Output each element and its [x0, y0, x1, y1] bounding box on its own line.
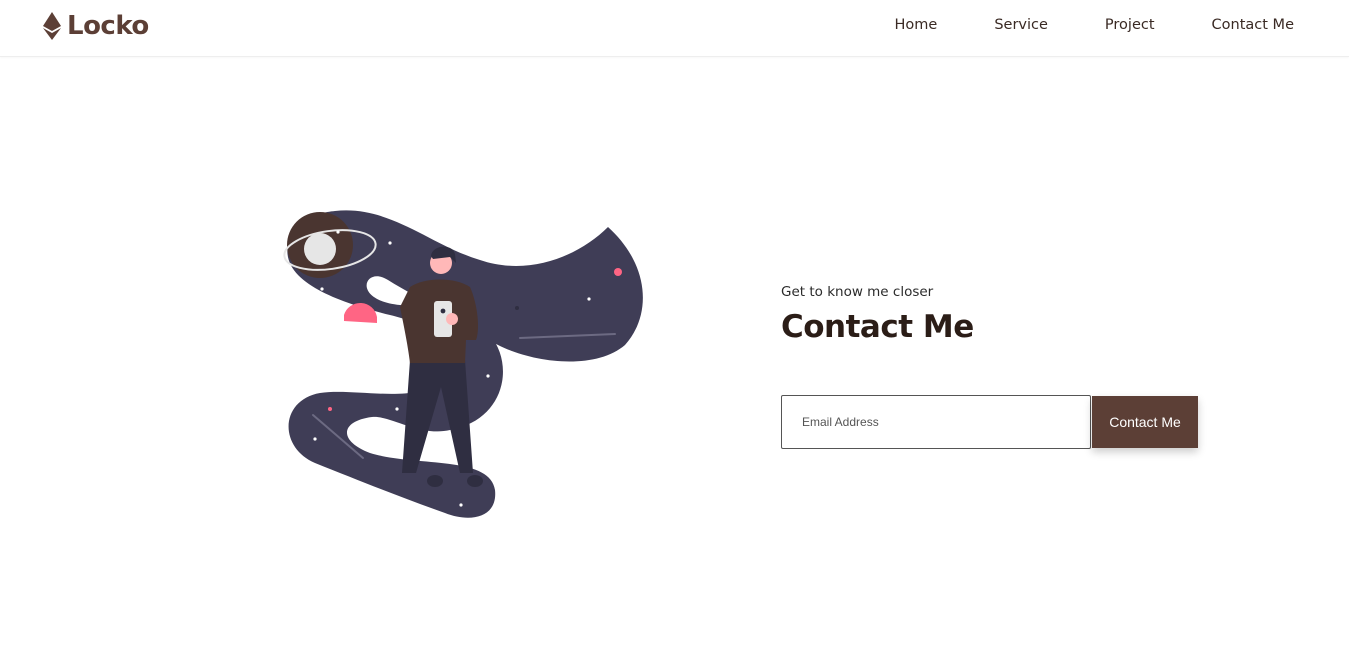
nav-contact-link[interactable]: Contact Me — [1212, 16, 1294, 34]
navbar: Locko Home Service Project Contact Me — [0, 0, 1349, 57]
contact-title: Contact Me — [781, 309, 974, 345]
contact-form: Contact Me — [781, 395, 1201, 451]
hero-illustration — [280, 205, 652, 523]
ethereum-diamond-icon — [43, 12, 61, 40]
contact-subtitle: Get to know me closer — [781, 284, 934, 300]
main-nav: Home Service Project Contact Me — [894, 16, 1294, 34]
contact-me-button[interactable]: Contact Me — [1092, 396, 1198, 448]
brand-name: Locko — [67, 11, 149, 41]
brand-logo[interactable]: Locko — [43, 10, 149, 42]
contact-section: Get to know me closer Contact Me Contact… — [781, 282, 1201, 449]
email-input[interactable] — [781, 395, 1091, 449]
nav-project-link[interactable]: Project — [1105, 16, 1155, 34]
nav-home-link[interactable]: Home — [894, 16, 937, 34]
space-person-illustration — [283, 210, 643, 518]
nav-service-link[interactable]: Service — [994, 16, 1048, 34]
